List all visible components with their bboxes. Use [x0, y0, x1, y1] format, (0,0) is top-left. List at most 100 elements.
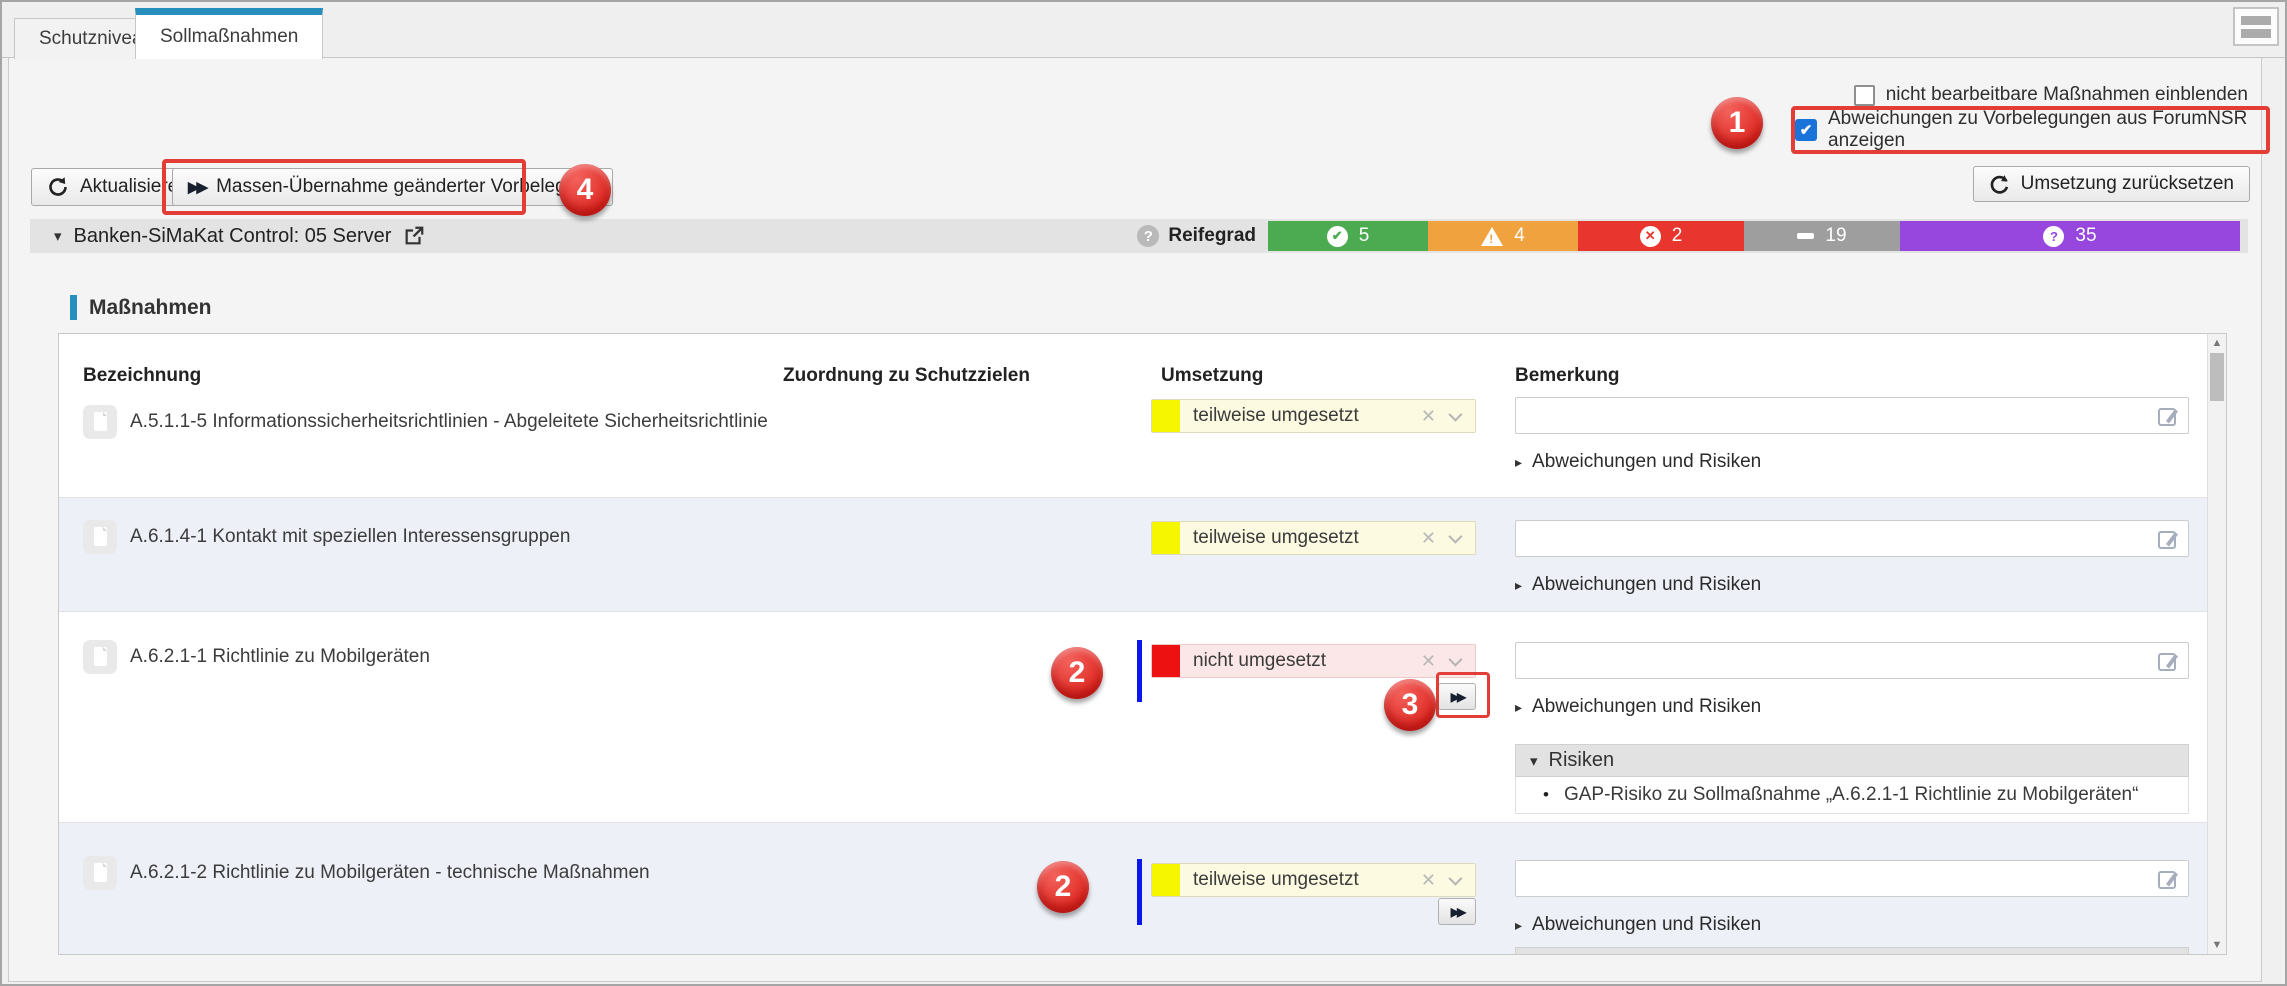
question-circle-icon: ? [2043, 226, 2064, 247]
deviations-checkbox[interactable]: ✔ [1795, 119, 1817, 141]
annotation-box-1: ✔ Abweichungen zu Vorbelegungen aus Foru… [1791, 106, 2270, 154]
implementation-cell: teilweise umgesetzt ✕ [1135, 498, 1515, 611]
table-row: A.5.1.1-5 Informationssicherheitsrichtli… [59, 395, 2207, 497]
status-value: teilweise umgesetzt [1180, 527, 1421, 549]
risk-text: GAP-Risiko zu Sollmaßnahme „A.6.2.1-1 Ri… [1564, 784, 2138, 806]
remark-cell: ▸ Abweichungen und Risiken [1515, 498, 2189, 611]
deviations-label: Abweichungen und Risiken [1532, 574, 1761, 596]
remark-cell: ▸ Abweichungen und Risiken ▾ Risiken • G… [1515, 612, 2189, 822]
clear-icon[interactable]: ✕ [1421, 870, 1436, 891]
risks-panel-clipped [1515, 947, 2189, 954]
deviations-toggle[interactable]: ▸ Abweichungen und Risiken [1515, 914, 2189, 936]
collapse-icon[interactable]: ▾ [54, 227, 62, 245]
measure-name-cell: A.6.2.1-1 Richtlinie zu Mobilgeräten [83, 612, 783, 822]
measures-table: Bezeichnung Zuordnung zu Schutzzielen Um… [58, 333, 2227, 955]
measure-title: A.6.2.1-2 Richtlinie zu Mobilgeräten - t… [130, 856, 650, 890]
measure-title: A.5.1.1-5 Informationssicherheitsrichtli… [130, 405, 768, 439]
remark-input[interactable] [1515, 642, 2189, 679]
deviations-toggle[interactable]: ▸ Abweichungen und Risiken [1515, 574, 2189, 596]
scrollbar-thumb[interactable] [2210, 353, 2224, 401]
edit-icon[interactable] [2156, 404, 2180, 428]
annotation-circle-1: 1 [1711, 97, 1763, 149]
document-icon [83, 640, 117, 674]
scroll-up-icon[interactable]: ▲ [2208, 337, 2226, 349]
edit-icon[interactable] [2156, 649, 2180, 673]
badge-not-implemented[interactable]: ✕ 2 [1578, 221, 1744, 251]
status-select[interactable]: teilweise umgesetzt ✕ [1151, 863, 1476, 897]
document-icon [83, 405, 117, 439]
table-header-row: Bezeichnung Zuordnung zu Schutzzielen Um… [59, 334, 2207, 395]
status-value: teilweise umgesetzt [1180, 405, 1421, 427]
tab-bar: Schutzniveau Sollmaßnahmen [2, 2, 2285, 58]
col-header-bezeichnung: Bezeichnung [83, 365, 783, 387]
edit-icon[interactable] [2156, 527, 2180, 551]
table-row: A.6.2.1-2 Richtlinie zu Mobilgeräten - t… [59, 822, 2207, 954]
col-header-umsetzung: Umsetzung [1135, 365, 1515, 387]
chevron-down-icon[interactable] [1448, 530, 1462, 544]
deviations-label: Abweichungen und Risiken [1532, 696, 1761, 718]
section-heading: Maßnahmen [70, 295, 212, 320]
status-value: nicht umgesetzt [1180, 650, 1421, 672]
chevron-down-icon[interactable] [1448, 408, 1462, 422]
vertical-scrollbar[interactable]: ▲ ▼ [2207, 334, 2226, 954]
group-title: Banken-SiMaKat Control: 05 Server [74, 225, 392, 248]
badge-count: 2 [1672, 225, 1683, 247]
deviations-label: Abweichungen und Risiken [1532, 451, 1761, 473]
section-title: Maßnahmen [89, 296, 212, 320]
remark-cell: ▸ Abweichungen und Risiken [1515, 823, 2189, 954]
badge-unrated[interactable]: ? 35 [1900, 221, 2240, 251]
edit-icon[interactable] [2156, 867, 2180, 891]
measure-name-cell: A.6.2.1-2 Richtlinie zu Mobilgeräten - t… [83, 823, 783, 954]
risks-title: Risiken [1549, 749, 1615, 772]
badge-implemented[interactable]: ✔ 5 [1268, 221, 1428, 251]
annotation-box-4 [162, 159, 526, 215]
maturity-help-icon[interactable]: ? [1137, 225, 1159, 247]
deviations-toggle[interactable]: ▸ Abweichungen und Risiken [1515, 696, 2189, 718]
deviations-toggle[interactable]: ▸ Abweichungen und Risiken [1515, 451, 2189, 473]
risks-header[interactable]: ▾ Risiken [1515, 744, 2189, 777]
expand-icon: ▸ [1515, 699, 1522, 716]
annotation-circle-2: 2 [1051, 647, 1103, 699]
badge-not-applicable[interactable]: 19 [1744, 221, 1900, 251]
clear-icon[interactable]: ✕ [1421, 406, 1436, 427]
clear-icon[interactable]: ✕ [1421, 528, 1436, 549]
status-select[interactable]: teilweise umgesetzt ✕ [1151, 399, 1476, 433]
refresh-icon [47, 176, 69, 198]
tab-label: Sollmaßnahmen [160, 26, 298, 48]
list-view-icon[interactable] [2233, 7, 2279, 46]
status-select[interactable]: teilweise umgesetzt ✕ [1151, 521, 1476, 555]
external-link-icon[interactable] [403, 225, 425, 247]
deviations-label: Abweichungen und Risiken [1532, 914, 1761, 936]
document-icon [83, 520, 117, 554]
objectives-cell [783, 395, 1135, 497]
bullet-icon: • [1543, 785, 1549, 805]
risk-item: • GAP-Risiko zu Sollmaßnahme „A.6.2.1-1 … [1515, 777, 2189, 814]
objectives-cell [783, 498, 1135, 611]
collapse-icon: ▾ [1530, 752, 1538, 770]
dash-icon [1797, 233, 1814, 239]
deviations-label: Abweichungen zu Vorbelegungen aus ForumN… [1828, 108, 2248, 152]
adopt-default-button[interactable]: ▶▶ [1438, 898, 1476, 925]
warning-triangle-icon: ! [1481, 227, 1503, 246]
tab-sollmassnahmen[interactable]: Sollmaßnahmen [135, 8, 323, 59]
implementation-cell: teilweise umgesetzt ✕ ▶▶ [1135, 823, 1515, 954]
reset-implementation-button[interactable]: Umsetzung zurücksetzen [1973, 166, 2250, 202]
noneditable-label: nicht bearbeitbare Maßnahmen einblenden [1886, 84, 2248, 106]
clear-icon[interactable]: ✕ [1421, 651, 1436, 672]
remark-input[interactable] [1515, 397, 2189, 434]
noneditable-checkbox[interactable] [1854, 85, 1875, 106]
remark-cell: ▸ Abweichungen und Risiken [1515, 395, 2189, 497]
chevron-down-icon[interactable] [1448, 872, 1462, 886]
status-value: teilweise umgesetzt [1180, 869, 1421, 891]
chevron-down-icon[interactable] [1448, 653, 1462, 667]
scroll-down-icon[interactable]: ▼ [2208, 939, 2226, 951]
remark-input[interactable] [1515, 860, 2189, 897]
group-header[interactable]: ▾ Banken-SiMaKat Control: 05 Server ? Re… [30, 219, 2248, 253]
badge-partial[interactable]: ! 4 [1428, 221, 1578, 251]
status-select[interactable]: nicht umgesetzt ✕ [1151, 644, 1476, 678]
check-icon: ✔ [1800, 121, 1813, 139]
annotation-circle-2: 2 [1037, 861, 1089, 913]
table-row: A.6.1.4-1 Kontakt mit speziellen Interes… [59, 497, 2207, 611]
remark-input[interactable] [1515, 520, 2189, 557]
app-window: Schutzniveau Sollmaßnahmen nicht bearbei… [0, 0, 2287, 986]
